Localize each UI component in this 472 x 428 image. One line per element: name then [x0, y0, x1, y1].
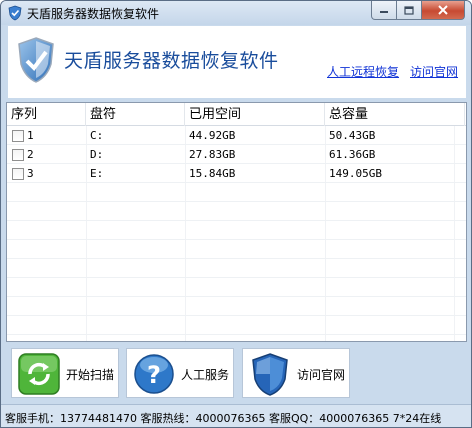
status-bar: 客服手机：13774481470 客服热线：4000076365 客服QQ：40…: [1, 404, 471, 427]
row-used: 27.83GB: [189, 148, 236, 161]
table-row[interactable]: 1 C: 44.92GB 50.43GB: [7, 127, 466, 145]
column-header-used[interactable]: 已用空间: [185, 103, 325, 126]
svg-text:?: ?: [147, 361, 161, 389]
logo-shield-icon: [18, 37, 54, 83]
maximize-button[interactable]: [397, 1, 422, 20]
empty-row: [7, 260, 466, 278]
app-shield-icon: [8, 5, 22, 21]
minimize-button[interactable]: [371, 1, 397, 20]
empty-row: [7, 241, 466, 259]
empty-row: [7, 317, 466, 335]
close-button[interactable]: [422, 1, 465, 20]
row-used: 44.92GB: [189, 129, 236, 142]
empty-row: [7, 184, 466, 202]
row-index: 1: [27, 129, 34, 142]
visit-site-label: 访问官网: [297, 368, 346, 382]
empty-row: [7, 222, 466, 240]
column-header-index[interactable]: 序列: [7, 103, 86, 126]
visit-site-button[interactable]: 访问官网: [242, 348, 350, 398]
remote-recovery-link[interactable]: 人工远程恢复: [327, 63, 399, 80]
row-index: 3: [27, 167, 34, 180]
window-title: 天盾服务器数据恢复软件: [27, 7, 160, 21]
row-drive: D:: [90, 148, 104, 161]
row-total: 149.05GB: [329, 167, 382, 180]
row-total: 50.43GB: [329, 129, 376, 142]
app-title: 天盾服务器数据恢复软件: [64, 50, 279, 72]
empty-row: [7, 203, 466, 221]
empty-row: [7, 279, 466, 297]
manual-service-label: 人工服务: [181, 368, 230, 382]
shield-icon: [252, 353, 288, 396]
row-index: 2: [27, 148, 34, 161]
refresh-icon: [18, 353, 60, 395]
minimize-icon: [380, 11, 388, 13]
column-header-total[interactable]: 总容量: [325, 103, 465, 126]
row-used: 15.84GB: [189, 167, 236, 180]
row-drive: C:: [90, 129, 104, 142]
row-total: 61.36GB: [329, 148, 376, 161]
title-bar[interactable]: 天盾服务器数据恢复软件: [1, 1, 471, 25]
table-row[interactable]: 3 E: 15.84GB 149.05GB: [7, 165, 466, 183]
official-site-link[interactable]: 访问官网: [410, 63, 458, 80]
maximize-icon: [404, 5, 414, 15]
start-scan-button[interactable]: 开始扫描: [11, 348, 119, 398]
window-controls: [371, 1, 465, 20]
start-scan-label: 开始扫描: [66, 368, 115, 382]
manual-service-button[interactable]: ? 人工服务: [126, 348, 234, 398]
header-banner: 天盾服务器数据恢复软件 人工远程恢复 访问官网: [8, 26, 466, 98]
drive-table: 序列 盘符 已用空间 总容量 1 C: 44.92GB 50.43GB 2 D:…: [6, 102, 467, 342]
column-header-drive[interactable]: 盘符: [86, 103, 185, 126]
help-icon: ?: [134, 354, 174, 394]
empty-row: [7, 298, 466, 316]
table-row[interactable]: 2 D: 27.83GB 61.36GB: [7, 146, 466, 164]
table-header: 序列 盘符 已用空间 总容量: [7, 103, 466, 126]
contact-info: 客服手机：13774481470 客服热线：4000076365 客服QQ：40…: [5, 412, 442, 425]
row-drive: E:: [90, 167, 104, 180]
app-window: 天盾服务器数据恢复软件 天盾服务器数据恢复软件 人工远程恢复 访问官网 序列 盘…: [0, 0, 472, 428]
close-icon: [438, 5, 448, 15]
